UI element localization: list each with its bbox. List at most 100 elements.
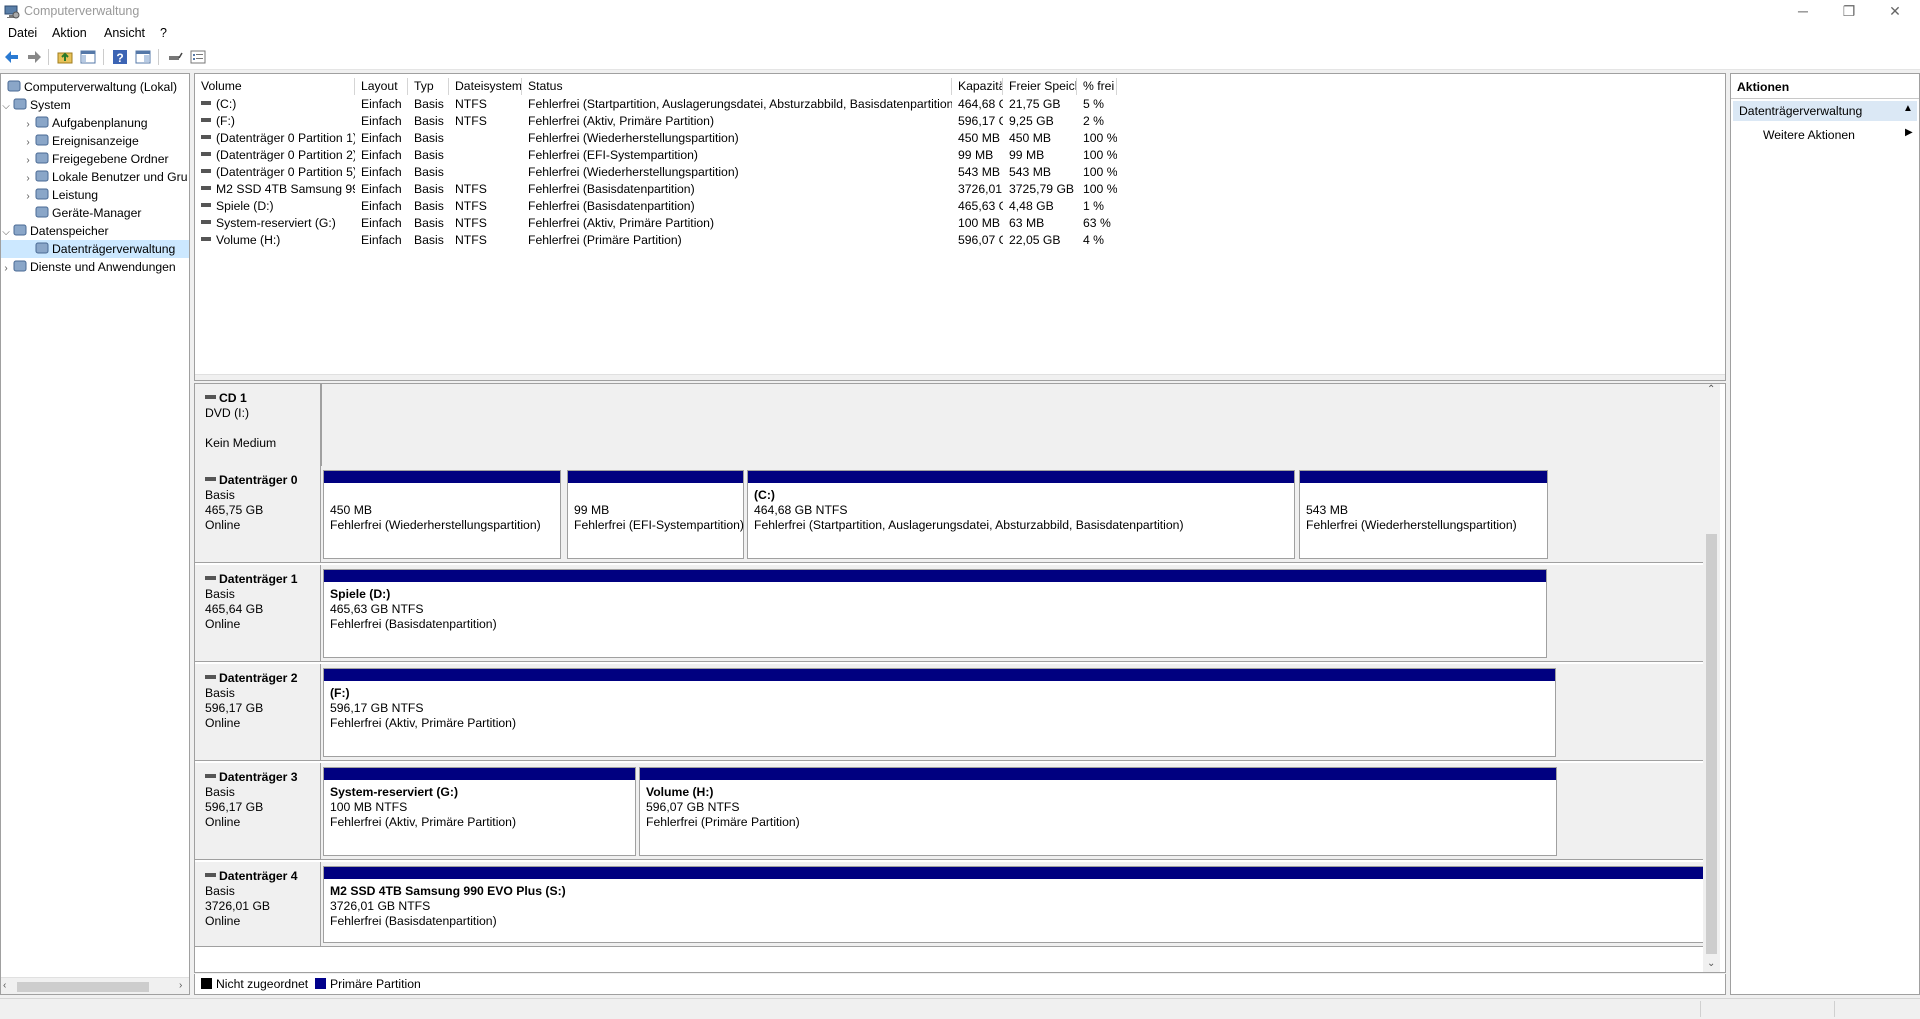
partition-title-spacer xyxy=(1306,488,1517,503)
collapsed-chevron-icon[interactable]: › xyxy=(23,116,33,132)
table-cell: Fehlerfrei (Aktiv, Primäre Partition) xyxy=(528,216,715,230)
tree-item[interactable]: › Aufgabenplanung xyxy=(1,114,189,132)
partition-block[interactable]: (C:) 464,68 GB NTFS Fehlerfrei (Startparti… xyxy=(747,470,1295,559)
table-row[interactable]: (F:) Einfach Basis NTFS Fehlerfrei (Aktiv, P… xyxy=(195,113,1723,130)
tree-item[interactable]: Geräte-Manager xyxy=(1,204,189,222)
table-cell: 63 MB xyxy=(1009,216,1045,230)
table-row[interactable]: (C:) Einfach Basis NTFS Fehlerfrei (Startpar… xyxy=(195,96,1723,113)
scrollbar-thumb[interactable] xyxy=(17,982,149,992)
column-header[interactable]: Kapazität xyxy=(952,78,1003,95)
disk-vertical-scrollbar[interactable]: ⌃ ⌄ xyxy=(1703,384,1720,972)
expanded-chevron-icon[interactable]: ⌵ xyxy=(1,98,11,114)
partition-block[interactable]: 543 MB Fehlerfrei (Wiederherstellungspart… xyxy=(1299,470,1548,559)
tree-item[interactable]: › Lokale Benutzer und Gru xyxy=(1,168,189,186)
table-row[interactable]: Volume (H:) Einfach Basis NTFS Fehlerfrei (P… xyxy=(195,232,1723,249)
disk-label[interactable]: Datenträger 1 Basis 465,64 GB Online xyxy=(197,565,321,662)
table-cell: Einfach xyxy=(361,182,402,196)
up-folder-icon[interactable] xyxy=(57,49,73,65)
menu-aktion[interactable]: Aktion xyxy=(52,26,87,40)
help-icon[interactable]: ? xyxy=(112,49,128,65)
volume-icon xyxy=(201,118,211,122)
table-cell: 596,07 GB xyxy=(958,233,1003,247)
tree-item[interactable]: Datenträgerverwaltung xyxy=(1,240,189,258)
tree-item[interactable]: Computerverwaltung (Lokal) xyxy=(1,78,189,96)
scroll-left-icon[interactable]: ‹ xyxy=(3,980,6,991)
column-header[interactable]: Layout xyxy=(355,78,408,95)
tree-horizontal-scrollbar[interactable]: ‹ › xyxy=(1,977,189,994)
menu-datei[interactable]: Datei xyxy=(8,26,37,40)
partition-title: Volume (H:) xyxy=(646,785,714,799)
expanded-chevron-icon[interactable]: ⌵ xyxy=(1,224,11,240)
volume-list-splitter[interactable] xyxy=(195,374,1725,380)
tree-item-label: Dienste und Anwendungen xyxy=(30,260,176,274)
partition-block[interactable]: 450 MB Fehlerfrei (Wiederherstellungspart… xyxy=(323,470,561,559)
tree-item[interactable]: › Ereignisanzeige xyxy=(1,132,189,150)
disk-graphic-view: CD 1 DVD (I:) Kein Medium Datenträger 0 Basi… xyxy=(194,383,1726,973)
column-header[interactable]: Volume xyxy=(195,78,355,95)
table-row[interactable]: System-reserviert (G:) Einfach Basis NTFS Fe… xyxy=(195,215,1723,232)
collapsed-chevron-icon[interactable]: › xyxy=(23,170,33,186)
forward-arrow-icon[interactable] xyxy=(26,49,42,65)
tree-item[interactable]: › Freigegebene Ordner xyxy=(1,150,189,168)
collapse-up-icon[interactable]: ▲ xyxy=(1903,103,1913,114)
column-header[interactable]: Typ xyxy=(408,78,449,95)
disk-label[interactable]: Datenträger 4 Basis 3726,01 GB Online xyxy=(197,862,321,947)
table-row[interactable]: (Datenträger 0 Partition 5) Einfach Basis F… xyxy=(195,164,1723,181)
table-row[interactable]: Spiele (D:) Einfach Basis NTFS Fehlerfrei (B… xyxy=(195,198,1723,215)
disk-status: Online xyxy=(205,518,241,532)
menu-help[interactable]: ? xyxy=(160,26,167,40)
table-cell: Fehlerfrei (Basisdatenpartition) xyxy=(528,199,695,213)
disk-label[interactable]: Datenträger 2 Basis 596,17 GB Online xyxy=(197,664,321,761)
scroll-right-icon[interactable]: › xyxy=(179,980,182,991)
table-cell: Einfach xyxy=(361,114,402,128)
menu-ansicht[interactable]: Ansicht xyxy=(104,26,145,40)
action-more-actions[interactable]: Weitere Aktionen ▶ xyxy=(1733,126,1917,144)
partition-block[interactable]: 99 MB Fehlerfrei (EFI-Systempartition) xyxy=(567,470,744,559)
minimize-button[interactable]: ─ xyxy=(1780,0,1826,24)
tree-item[interactable]: › Dienste und Anwendungen xyxy=(1,258,189,276)
partition-block[interactable]: M2 SSD 4TB Samsung 990 EVO Plus (S:) 3726… xyxy=(323,866,1706,943)
column-header[interactable]: Status xyxy=(522,78,952,95)
back-arrow-icon[interactable] xyxy=(4,49,20,65)
column-header[interactable]: Freier Speicher xyxy=(1003,78,1077,95)
tree-item-label: Freigegebene Ordner xyxy=(52,152,169,166)
disk-name: Datenträger 2 xyxy=(219,671,298,685)
partition-block[interactable]: Spiele (D:) 465,63 GB NTFS Fehlerfrei (Bas… xyxy=(323,569,1547,658)
tree-item[interactable]: › Leistung xyxy=(1,186,189,204)
properties-pane-icon[interactable] xyxy=(135,49,151,65)
submenu-arrow-icon: ▶ xyxy=(1905,127,1913,138)
show-hide-tree-icon[interactable] xyxy=(80,49,96,65)
partition-block[interactable]: System-reserviert (G:) 100 MB NTFS Fehlerf… xyxy=(323,767,636,856)
actions-section-disk-management[interactable]: Datenträgerverwaltung ▲ xyxy=(1733,101,1917,121)
disk-label[interactable]: Datenträger 3 Basis 596,17 GB Online xyxy=(197,763,321,860)
primary-partition-bar xyxy=(568,471,743,483)
disk-connect-icon[interactable] xyxy=(167,49,183,65)
column-header[interactable]: Dateisystem xyxy=(449,78,522,95)
restore-button[interactable]: ❐ xyxy=(1826,0,1872,24)
tree-item[interactable]: ⌵ Datenspeicher xyxy=(1,222,189,240)
table-cell: NTFS xyxy=(455,233,487,247)
close-button[interactable]: ✕ xyxy=(1872,0,1918,24)
list-view-icon[interactable] xyxy=(190,49,206,65)
volume-icon xyxy=(201,186,211,190)
collapsed-chevron-icon[interactable]: › xyxy=(1,260,11,276)
collapsed-chevron-icon[interactable]: › xyxy=(23,188,33,204)
table-row[interactable]: (Datenträger 0 Partition 2) Einfach Basis F… xyxy=(195,147,1723,164)
table-row[interactable]: (Datenträger 0 Partition 1) Einfach Basis F… xyxy=(195,130,1723,147)
table-row[interactable]: M2 SSD 4TB Samsung 99... Einfach Basis NTFS… xyxy=(195,181,1723,198)
scrollbar-thumb[interactable] xyxy=(1706,534,1717,954)
scroll-down-icon[interactable]: ⌄ xyxy=(1707,958,1715,969)
partition-block[interactable]: Volume (H:) 596,07 GB NTFS Fehlerfrei (Pri… xyxy=(639,767,1557,856)
tree-item[interactable]: ⌵ System xyxy=(1,96,189,114)
disk-name: Datenträger 3 xyxy=(219,770,298,784)
table-cell: Spiele (D:) xyxy=(201,198,355,215)
table-cell: 2 % xyxy=(1083,114,1105,128)
collapsed-chevron-icon[interactable]: › xyxy=(23,134,33,150)
collapsed-chevron-icon[interactable]: › xyxy=(23,152,33,168)
scroll-up-icon[interactable]: ⌃ xyxy=(1707,384,1715,395)
disk-label[interactable]: Datenträger 0 Basis 465,75 GB Online xyxy=(197,466,321,563)
partition-block[interactable]: (F:) 596,17 GB NTFS Fehlerfrei (Aktiv, Pri… xyxy=(323,668,1556,757)
table-cell: 1 % xyxy=(1083,199,1105,213)
table-cell: 450 MB xyxy=(1009,131,1052,145)
column-header[interactable]: % frei xyxy=(1077,78,1117,95)
